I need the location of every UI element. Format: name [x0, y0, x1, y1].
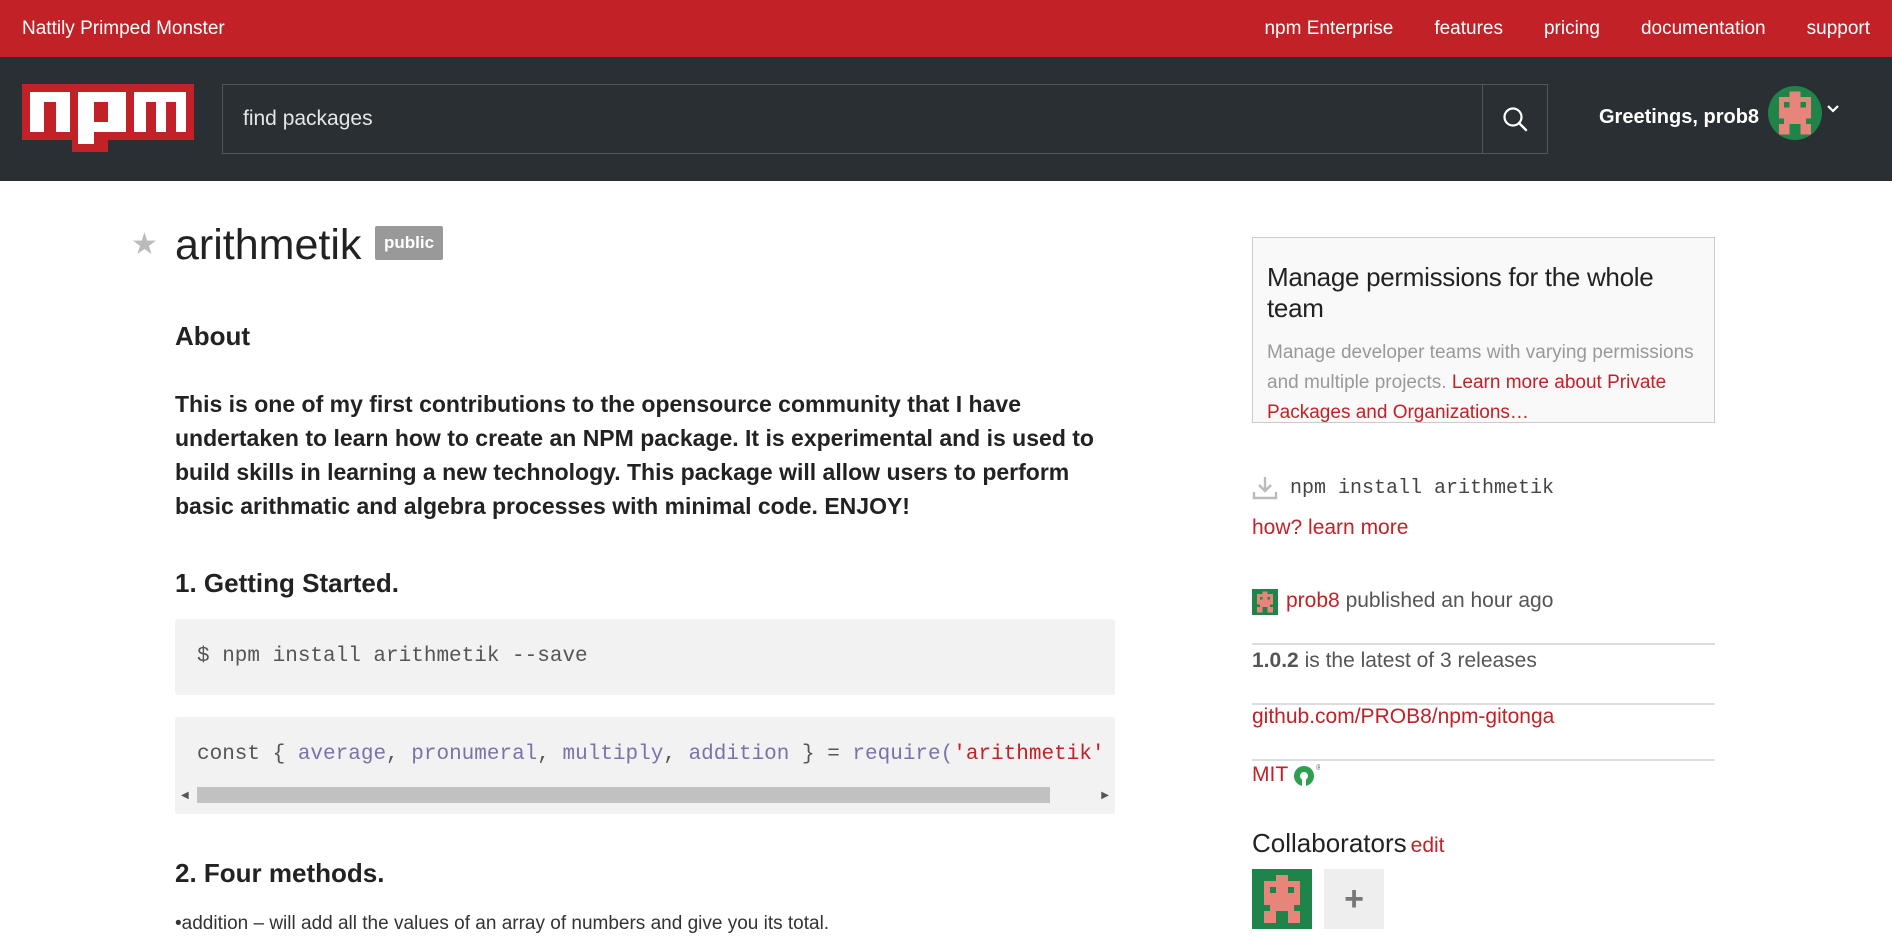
collaborator-avatar[interactable]	[1252, 869, 1312, 929]
search-icon	[1503, 107, 1528, 132]
code-require: require(	[852, 743, 954, 766]
nav-documentation[interactable]: documentation	[1641, 18, 1766, 40]
avatar-identicon	[1768, 86, 1822, 140]
scroll-right-icon[interactable]: ▶	[1101, 790, 1109, 801]
code-keyword: const	[197, 743, 261, 766]
license-row: MIT ®	[1252, 762, 1320, 788]
four-methods-heading: 2. Four methods.	[175, 858, 385, 888]
package-name: arithmetik	[175, 221, 362, 269]
code-var-multiply: multiply	[562, 743, 664, 766]
code-string: 'arithmetik'	[953, 743, 1105, 766]
about-text: This is one of my first contributions to…	[175, 391, 1094, 519]
published-time: published an hour ago	[1345, 589, 1554, 612]
org-promo-box: Manage permissions for the whole team Ma…	[1252, 237, 1715, 423]
code-var-average: average	[297, 743, 387, 766]
promo-title: Manage permissions for the whole team	[1267, 262, 1654, 323]
star-icon[interactable]: ★	[131, 227, 158, 262]
nav-features[interactable]: features	[1434, 18, 1503, 40]
code-var-addition: addition	[688, 743, 790, 766]
greeting-text: Greetings, prob8	[1599, 106, 1760, 128]
code-punct-open: {	[260, 743, 298, 766]
publisher-avatar[interactable]	[1252, 589, 1278, 615]
user-avatar[interactable]	[1768, 86, 1822, 140]
publisher-link[interactable]: prob8	[1286, 589, 1340, 612]
search-button[interactable]	[1482, 85, 1547, 153]
install-command[interactable]: npm install arithmetik	[1290, 477, 1554, 500]
search-input[interactable]	[223, 85, 1482, 153]
about-heading: About	[175, 321, 251, 351]
scrollbar-thumb[interactable]	[197, 787, 1050, 803]
require-code-block[interactable]: const { average, pronumeral, multiply, a…	[175, 717, 1115, 814]
code-var-pronumeral: pronumeral	[411, 743, 538, 766]
version-row: 1.0.2 is the latest of 3 releases	[1252, 649, 1715, 705]
version-text: is the latest of 3 releases	[1304, 649, 1537, 672]
publisher-info: prob8 published an hour ago	[1286, 589, 1553, 613]
nav-pricing[interactable]: pricing	[1544, 18, 1600, 40]
npm-logo[interactable]	[22, 84, 194, 152]
method-item-addition: •addition – will add all the values of a…	[175, 913, 830, 934]
add-collaborator-button[interactable]: +	[1324, 869, 1384, 929]
visibility-badge: public	[375, 226, 444, 260]
publisher-row: prob8 published an hour ago	[1252, 589, 1715, 645]
repository-row: github.com/PROB8/npm-gitonga	[1252, 705, 1715, 761]
osi-logo-icon: ®	[1294, 763, 1320, 787]
package-page: ★ arithmetik public About This is one of…	[0, 181, 1892, 946]
promo-text: Manage developer teams with varying perm…	[1267, 338, 1700, 428]
collaborators-title: Collaborators	[1252, 828, 1407, 858]
install-row: npm install arithmetik	[1252, 475, 1554, 501]
top-nav: npm Enterprise features pricing document…	[1264, 18, 1870, 40]
nav-npm-enterprise[interactable]: npm Enterprise	[1264, 18, 1393, 40]
search-form	[222, 84, 1548, 154]
top-bar: Nattily Primped Monster npm Enterprise f…	[0, 0, 1892, 57]
repository-link[interactable]: github.com/PROB8/npm-gitonga	[1252, 705, 1554, 728]
collaborators-list: +	[1252, 869, 1384, 929]
code-punct-close: } =	[789, 743, 853, 766]
scroll-left-icon[interactable]: ◀	[181, 790, 189, 801]
version-number: 1.0.2	[1252, 649, 1299, 672]
edit-collaborators-link[interactable]: edit	[1411, 834, 1445, 857]
code-line: const { average, pronumeral, multiply, a…	[197, 743, 1105, 766]
getting-started-heading: 1. Getting Started.	[175, 568, 399, 598]
chevron-down-icon[interactable]	[1826, 102, 1840, 116]
license-link[interactable]: MIT	[1252, 763, 1288, 787]
install-code-block: $ npm install arithmetik --save	[175, 619, 1115, 695]
svg-text:®: ®	[1315, 763, 1320, 772]
how-learn-more-link[interactable]: how? learn more	[1252, 516, 1408, 540]
site-header: Greetings, prob8	[0, 57, 1892, 181]
download-icon	[1252, 477, 1278, 500]
nav-support[interactable]: support	[1807, 18, 1870, 40]
horizontal-scrollbar[interactable]: ◀ ▶	[179, 786, 1111, 804]
collaborators-heading: Collaborators edit	[1252, 828, 1445, 859]
npm-tagline[interactable]: Nattily Primped Monster	[22, 18, 225, 40]
